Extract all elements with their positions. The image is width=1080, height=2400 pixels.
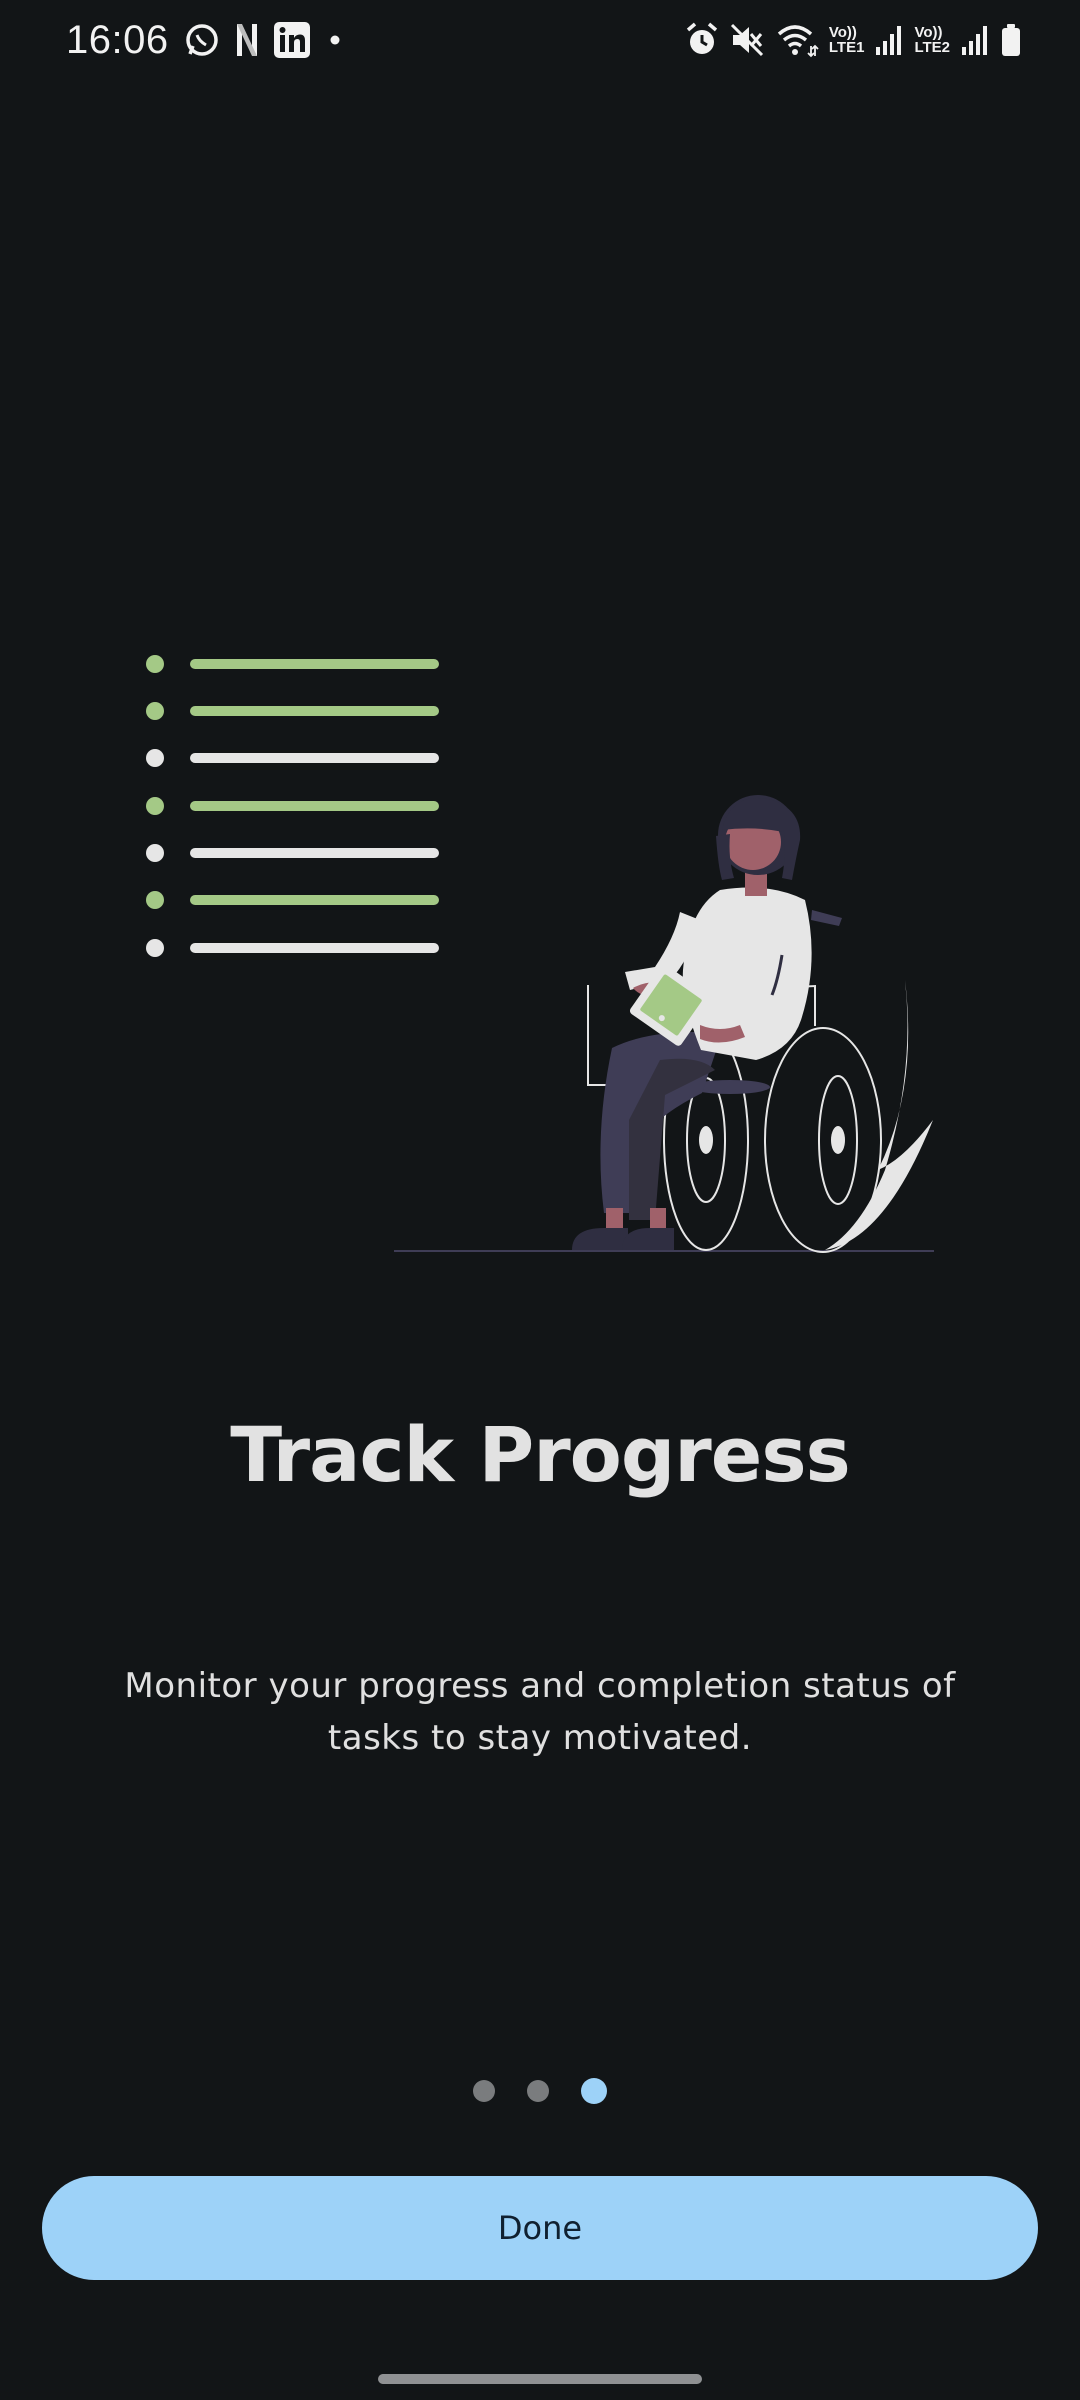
battery-icon [1000,22,1022,58]
alarm-icon [685,22,719,58]
wifi-icon [775,22,819,58]
whatsapp-icon [183,21,221,59]
netflix-icon [235,21,259,59]
volte-sim2: Vo)) LTE2 [914,25,950,55]
page-indicator [0,2078,1080,2104]
onboarding-description: Monitor your progress and completion sta… [124,1666,956,1758]
checklist-graphic [146,655,439,957]
volte-sim2-top: Vo)) [914,24,943,41]
volte-sim1-top: Vo)) [828,24,857,41]
volte-sim1: Vo)) LTE1 [829,25,865,55]
mute-icon [729,22,765,58]
track-progress-illustration [146,655,934,1253]
status-left: 16:06 [66,18,345,63]
done-button[interactable]: Done [42,2176,1038,2280]
page-dot-2[interactable] [527,2080,549,2102]
gesture-navigation-bar[interactable] [378,2374,702,2384]
onboarding-illustration [0,620,1080,1260]
status-bar: 16:06 Vo)) LTE1 Vo)) LTE2 [0,0,1080,80]
status-right: Vo)) LTE1 Vo)) LTE2 [685,22,1022,58]
linkedin-icon [273,21,311,59]
volte-sim1-bottom: LTE1 [828,39,865,56]
signal-sim1-icon [874,23,904,57]
volte-sim2-bottom: LTE2 [914,39,950,56]
signal-sim2-icon [960,23,990,57]
status-time: 16:06 [66,17,169,62]
onboarding-title: Track Progress [230,1410,851,1499]
onboarding-screen: 16:06 Vo)) LTE1 Vo)) LTE2 Track Progress… [0,0,1080,2400]
notification-dot-icon [325,21,345,59]
page-dot-3-active[interactable] [581,2078,607,2104]
page-dot-1[interactable] [473,2080,495,2102]
